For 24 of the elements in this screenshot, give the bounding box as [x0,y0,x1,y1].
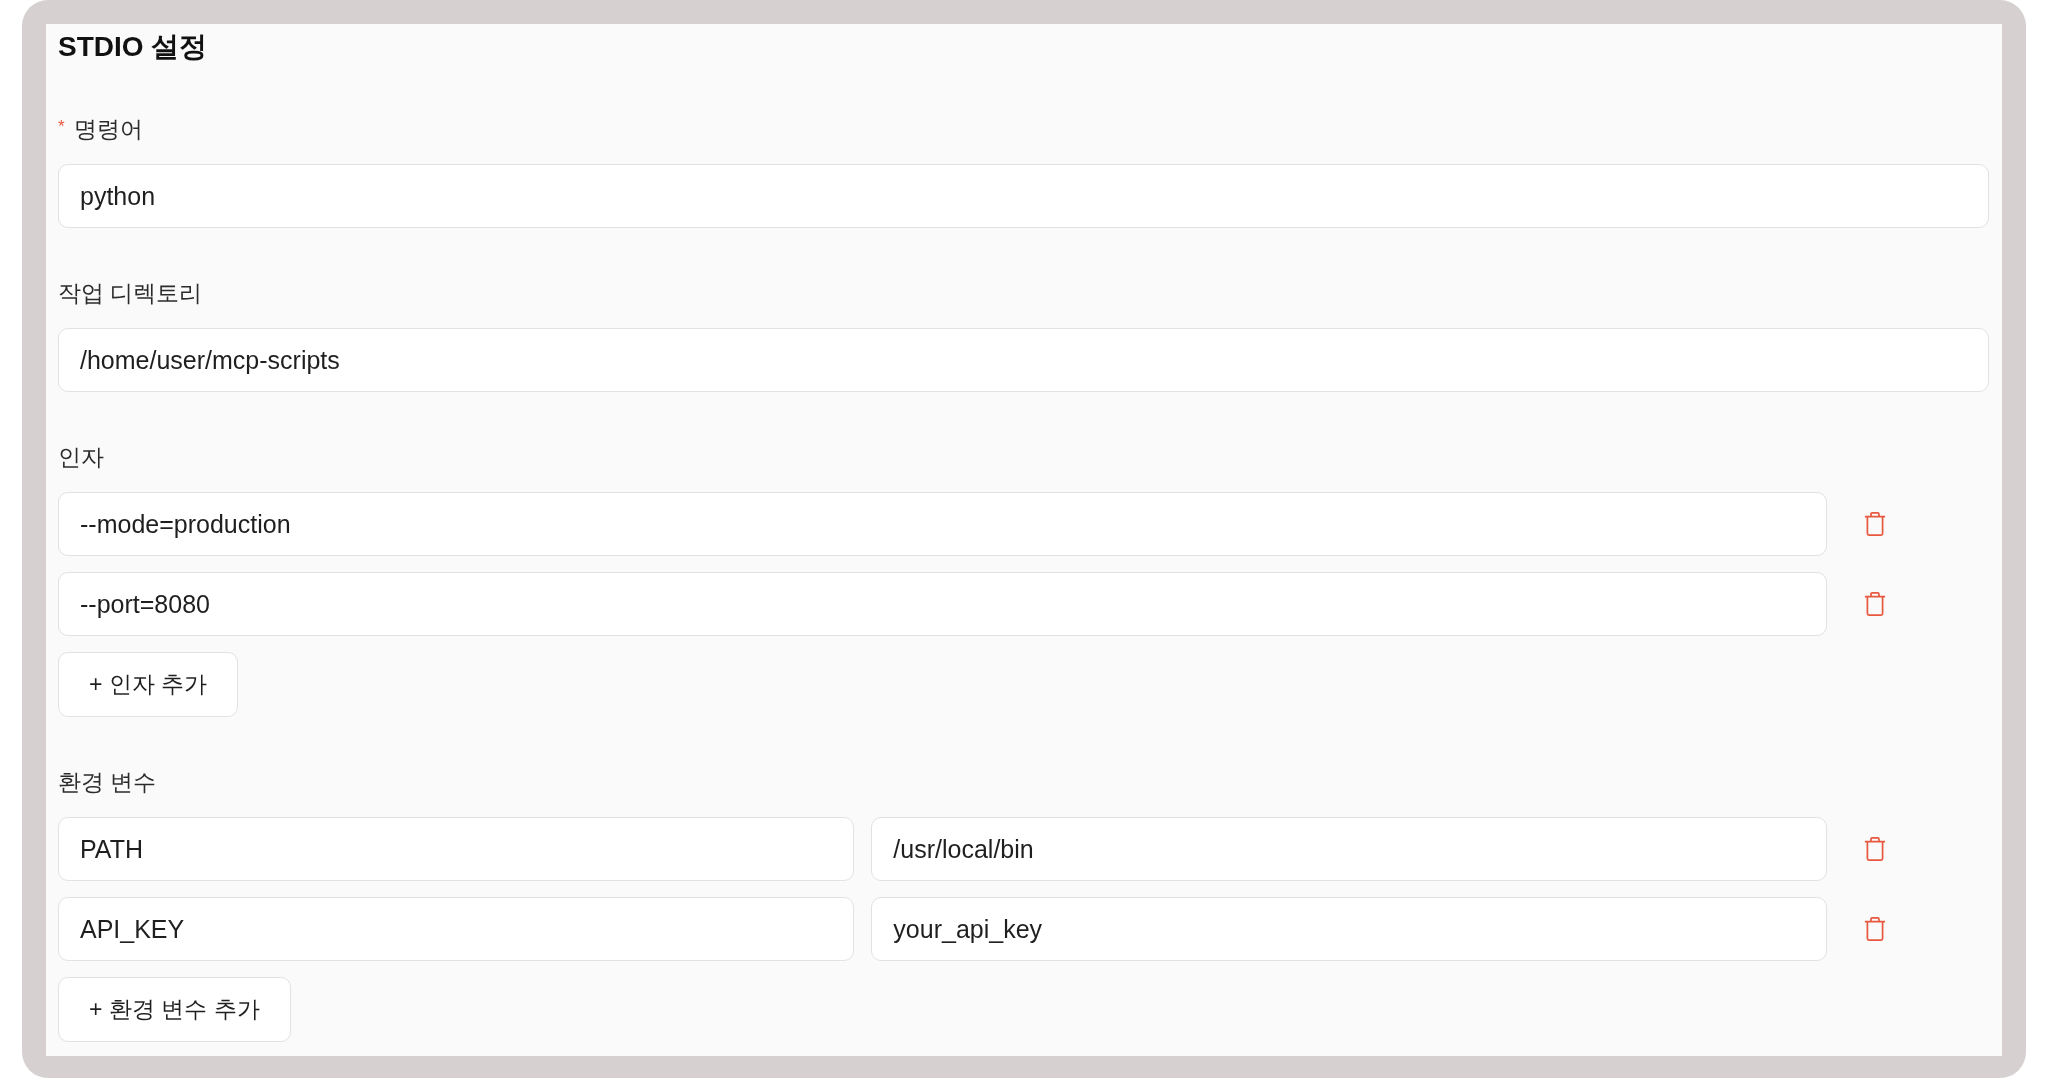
field-label: 인자 [58,443,104,472]
delete-button[interactable] [1864,592,1886,616]
add-argument-button[interactable]: + 인자 추가 [58,652,239,717]
field-label: 명령어 [73,115,143,144]
field-label: 환경 변수 [58,768,157,797]
directory-input[interactable]: /home/user/mcp-scripts [58,328,1989,392]
trash-icon [1864,917,1886,941]
env-key-input[interactable]: PATH [58,817,855,881]
required-asterisk: * [58,118,65,135]
env-value-input[interactable]: your_api_key [871,897,1827,961]
command-input[interactable]: python [58,164,1989,228]
field-label: 작업 디렉토리 [58,279,203,308]
delete-button[interactable] [1864,837,1886,861]
trash-icon [1864,837,1886,861]
env-value-input[interactable]: /usr/local/bin [871,817,1827,881]
argument-input[interactable]: --port=8080 [58,572,1827,636]
section-title: STDIO 설정 [58,30,208,64]
env-key-input[interactable]: API_KEY [58,897,855,961]
delete-button[interactable] [1864,512,1886,536]
delete-button[interactable] [1864,917,1886,941]
add-variable-button[interactable]: + 환경 변수 추가 [58,977,291,1042]
argument-input[interactable]: --mode=production [58,492,1827,556]
trash-icon [1864,512,1886,536]
trash-icon [1864,592,1886,616]
